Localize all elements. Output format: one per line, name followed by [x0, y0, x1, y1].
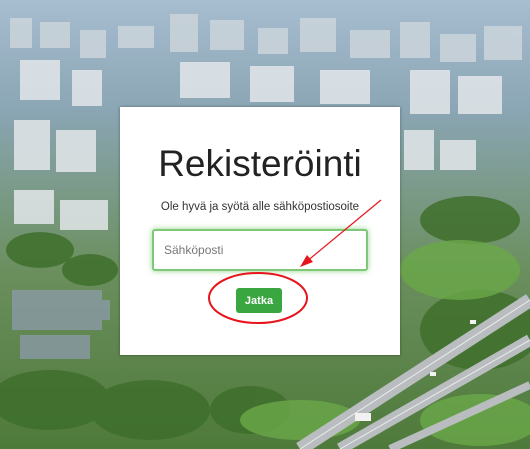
page-title: Rekisteröinti [158, 143, 362, 184]
email-instruction: Ole hyvä ja syötä alle sähköpostiosoite [160, 201, 360, 213]
registration-card: Rekisteröinti Ole hyvä ja syötä alle säh… [120, 107, 400, 355]
email-input[interactable] [152, 229, 368, 271]
continue-button[interactable]: Jatka [236, 288, 282, 313]
